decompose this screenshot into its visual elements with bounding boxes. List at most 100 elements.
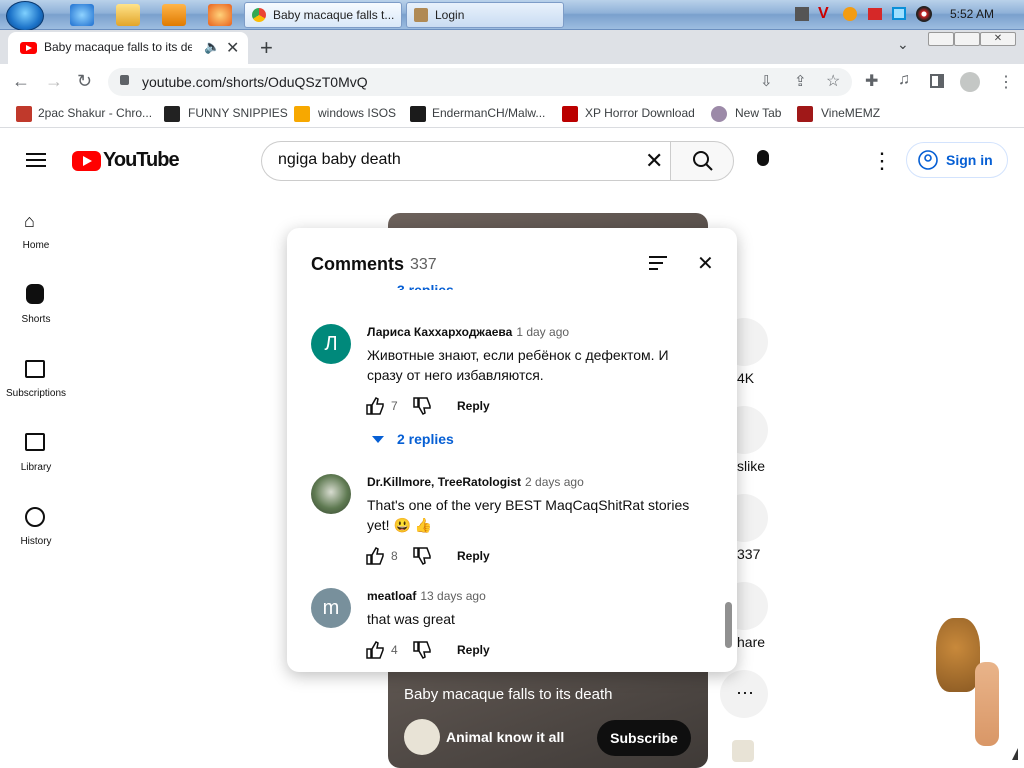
bookmark-icon bbox=[797, 106, 813, 122]
bookmark-item[interactable]: windows ISOS bbox=[318, 106, 396, 120]
video-title[interactable]: Baby macaque falls to its death bbox=[404, 686, 612, 703]
comment-time[interactable]: 1 day ago bbox=[516, 325, 569, 339]
reply-button[interactable]: Reply bbox=[457, 549, 490, 563]
close-tab-icon[interactable]: ✕ bbox=[226, 38, 239, 58]
channel-avatar[interactable] bbox=[404, 719, 440, 755]
mouse-cursor-icon bbox=[1012, 742, 1018, 760]
folder-icon[interactable] bbox=[116, 4, 140, 26]
share-icon[interactable]: ⇪ bbox=[794, 72, 807, 90]
comment-author[interactable]: meatloaf bbox=[367, 589, 416, 603]
guide-item-shorts[interactable]: Shorts bbox=[0, 314, 72, 325]
library-icon[interactable] bbox=[25, 433, 45, 451]
guide-item-home[interactable]: Home bbox=[0, 240, 72, 251]
view-replies-link[interactable]: 3 replies bbox=[397, 282, 454, 290]
dislike-icon[interactable] bbox=[412, 640, 432, 660]
comment-text: Животные знают, если ребёнок с дефектом.… bbox=[367, 347, 669, 383]
channel-thumb[interactable] bbox=[732, 740, 754, 762]
close-window-button[interactable]: ✕ bbox=[980, 32, 1016, 46]
channel-name[interactable]: Animal know it all bbox=[446, 729, 564, 745]
media-player-icon[interactable] bbox=[162, 4, 186, 26]
comment-time[interactable]: 2 days ago bbox=[525, 475, 584, 489]
comment-avatar[interactable] bbox=[311, 474, 351, 514]
sign-in-button[interactable]: Sign in bbox=[906, 142, 1008, 178]
bookmark-star-icon[interactable]: ☆ bbox=[826, 71, 840, 91]
settings-menu-icon[interactable]: ⋮ bbox=[871, 148, 893, 174]
reload-icon[interactable]: ↻ bbox=[77, 71, 92, 92]
tray-network-icon[interactable] bbox=[892, 7, 906, 20]
back-icon[interactable]: ← bbox=[12, 71, 30, 92]
profile-avatar[interactable] bbox=[960, 72, 980, 92]
extensions-icon[interactable]: ✚ bbox=[865, 71, 878, 91]
new-tab-icon[interactable]: + bbox=[260, 35, 273, 61]
history-icon[interactable] bbox=[25, 507, 45, 527]
search-button[interactable] bbox=[670, 141, 734, 181]
bookmark-icon bbox=[16, 106, 32, 122]
voice-search-icon[interactable] bbox=[757, 150, 769, 166]
bookmark-item[interactable]: VineMEMZ bbox=[821, 106, 880, 120]
like-icon[interactable] bbox=[365, 640, 385, 660]
comment-author-row: meatloaf 13 days ago bbox=[367, 589, 486, 603]
guide-item-library[interactable]: Library bbox=[0, 462, 72, 473]
url-text[interactable]: youtube.com/shorts/OduQSzT0MvQ bbox=[142, 74, 368, 90]
ie-icon[interactable] bbox=[70, 4, 94, 26]
subscribe-button[interactable]: Subscribe bbox=[597, 720, 691, 756]
hamburger-menu-icon[interactable] bbox=[26, 153, 46, 167]
comment-avatar[interactable]: Л bbox=[311, 324, 351, 364]
youtube-favicon-icon bbox=[20, 42, 37, 54]
tray-search-icon[interactable] bbox=[843, 7, 857, 21]
tray-flag-icon[interactable] bbox=[868, 8, 882, 20]
bookmark-item[interactable]: FUNNY SNIPPIES bbox=[188, 106, 288, 120]
sort-comments-icon[interactable] bbox=[649, 256, 667, 270]
view-replies-link[interactable]: 2 replies bbox=[397, 431, 454, 447]
minimize-button[interactable] bbox=[928, 32, 954, 46]
youtube-logo-text[interactable]: YouTube bbox=[103, 149, 180, 172]
forward-icon[interactable]: → bbox=[45, 71, 63, 92]
search-input[interactable]: ngiga baby death bbox=[278, 151, 401, 169]
bookmark-item[interactable]: EndermanCH/Malw... bbox=[432, 106, 545, 120]
youtube-logo-icon[interactable] bbox=[72, 151, 101, 171]
shorts-icon[interactable] bbox=[26, 284, 44, 304]
desktop-figure bbox=[975, 662, 999, 746]
chrome-menu-icon[interactable]: ⋮ bbox=[998, 72, 1014, 92]
comment-author[interactable]: Лариса Каххарходжаева bbox=[367, 325, 512, 339]
task-label: Login bbox=[435, 8, 465, 22]
like-icon[interactable] bbox=[365, 546, 385, 566]
speaker-icon[interactable]: 🔈 bbox=[204, 39, 220, 55]
bookmark-item[interactable]: XP Horror Download bbox=[585, 106, 695, 120]
comments-title: Comments bbox=[311, 254, 405, 274]
comment-avatar[interactable]: m bbox=[311, 588, 351, 628]
guide-item-subscriptions[interactable]: Subscriptions bbox=[0, 388, 72, 399]
taskbar-task-chrome[interactable]: Baby macaque falls t... bbox=[244, 2, 402, 28]
clock[interactable]: 5:52 AM bbox=[950, 7, 994, 21]
bookmark-item[interactable]: 2pac Shakur - Chro... bbox=[38, 106, 152, 120]
subscriptions-icon[interactable] bbox=[25, 360, 45, 378]
comment-author[interactable]: Dr.Killmore, TreeRatologist bbox=[367, 475, 521, 489]
bookmark-item[interactable]: New Tab bbox=[735, 106, 781, 120]
tab-search-chevron-icon[interactable]: ⌄ bbox=[897, 36, 909, 53]
restore-button[interactable] bbox=[954, 32, 980, 46]
lock-icon[interactable] bbox=[120, 75, 129, 85]
home-icon[interactable]: ⌂ bbox=[24, 211, 35, 232]
reply-button[interactable]: Reply bbox=[457, 643, 490, 657]
reply-button[interactable]: Reply bbox=[457, 399, 490, 413]
clear-search-icon[interactable]: ✕ bbox=[645, 148, 663, 174]
like-icon[interactable] bbox=[365, 396, 385, 416]
share-label: hare bbox=[737, 634, 766, 650]
dislike-icon[interactable] bbox=[412, 546, 432, 566]
comment-time[interactable]: 13 days ago bbox=[420, 589, 485, 603]
guide-item-history[interactable]: History bbox=[0, 536, 72, 547]
comments-scrollbar[interactable] bbox=[725, 602, 732, 648]
tray-icon[interactable] bbox=[795, 7, 809, 21]
bookmark-icon bbox=[562, 106, 578, 122]
side-panel-icon[interactable] bbox=[930, 74, 944, 88]
install-icon[interactable]: ⇩ bbox=[760, 72, 773, 90]
dislike-icon[interactable] bbox=[412, 396, 432, 416]
tray-v-icon[interactable]: V bbox=[818, 5, 829, 23]
start-button[interactable] bbox=[6, 1, 44, 31]
tray-app-icon[interactable] bbox=[916, 6, 932, 22]
media-control-icon[interactable]: ♫ bbox=[898, 71, 910, 89]
close-comments-icon[interactable]: ✕ bbox=[697, 251, 714, 276]
expand-replies-icon[interactable] bbox=[372, 436, 384, 443]
taskbar-task-login[interactable]: Login bbox=[406, 2, 564, 28]
uc-browser-icon[interactable] bbox=[208, 4, 232, 26]
